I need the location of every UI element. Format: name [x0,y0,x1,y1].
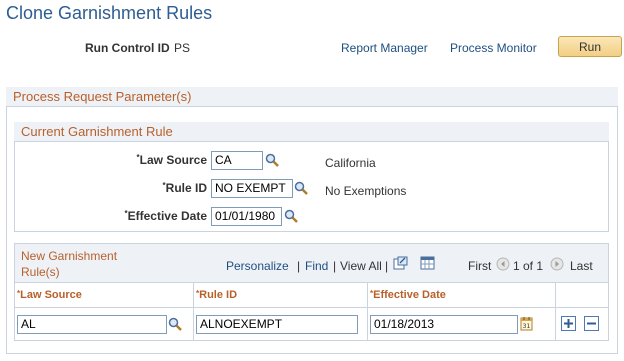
add-row-button[interactable] [561,316,576,331]
law-source-description: California [325,156,376,170]
column-header-rule-id: *Rule ID [196,289,238,301]
last-label: Last [570,259,593,273]
report-manager-link[interactable]: Report Manager [341,41,428,55]
grid-column-header-row [15,283,608,308]
process-monitor-link[interactable]: Process Monitor [450,41,537,55]
previous-icon[interactable] [496,257,510,276]
new-rules-title: New Garnishment Rule(s) [21,249,118,279]
first-label: First [468,259,492,273]
law-source-lookup-icon[interactable] [265,153,279,172]
column-divider [367,283,368,341]
download-spreadsheet-icon[interactable] [420,256,435,275]
personalize-link[interactable]: Personalize [226,259,289,273]
page-title: Clone Garnishment Rules [6,3,213,23]
row-law-source-input[interactable]: AL [17,315,167,334]
column-divider [555,283,556,341]
current-rule-header: Current Garnishment Rule [14,122,609,142]
effective-date-lookup-icon[interactable] [284,209,298,228]
run-control-value: PS [174,41,191,55]
zoom-icon[interactable] [393,256,408,275]
plus-icon [564,319,573,328]
calendar-icon[interactable]: 31 [520,316,533,336]
next-icon[interactable] [550,257,564,276]
divider: | [297,259,301,273]
rule-id-lookup-icon[interactable] [294,181,308,200]
law-source-label: *Law Source [136,153,207,167]
rule-id-input[interactable]: NO EXEMPT [211,179,293,198]
minus-icon [587,322,596,325]
view-all-link[interactable]: View All [340,259,382,273]
row-law-source-lookup-icon[interactable] [168,317,182,336]
column-header-effective-date: *Effective Date [370,289,446,301]
law-source-input[interactable]: CA [211,151,263,170]
find-link[interactable]: Find [305,259,328,273]
row-effective-date-input[interactable]: 01/18/2013 [370,315,518,334]
delete-row-button[interactable] [584,316,599,331]
effective-date-label: *Effective Date [124,209,208,223]
rule-id-description: No Exemptions [325,184,407,198]
effective-date-input[interactable]: 01/01/1980 [211,207,282,226]
svg-text:31: 31 [523,323,531,330]
row-count: 1 of 1 [513,259,544,273]
params-section-header: Process Request Parameter(s) [6,87,618,107]
run-control-label: Run Control ID [85,41,170,55]
row-rule-id-input[interactable]: ALNOEXEMPT [196,315,358,334]
rule-id-label: *Rule ID [162,181,207,195]
column-divider [193,283,194,341]
run-button[interactable]: Run [558,36,622,57]
divider: | [333,259,337,273]
column-header-law-source: *Law Source [17,289,82,301]
divider: | [385,259,389,273]
